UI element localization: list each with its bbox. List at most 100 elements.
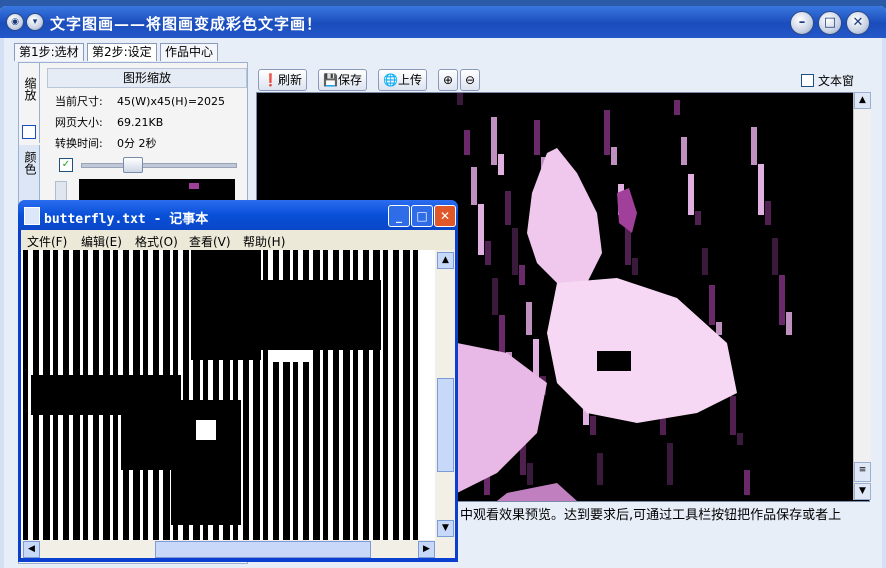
lock-ratio-checkbox[interactable]: ✓: [59, 158, 73, 172]
notepad-text-area[interactable]: [21, 250, 435, 540]
notepad-window: butterfly.txt - 记事本 _ □ ✕ 文件(F) 编辑(E) 格式…: [18, 200, 458, 562]
app-title: 文字图画——将图画变成彩色文字画！: [50, 15, 323, 33]
text-window-label: 文本窗: [818, 74, 855, 88]
notepad-titlebar: butterfly.txt - 记事本 _ □ ✕: [18, 200, 458, 230]
info-time-value: 0分 2秒: [117, 137, 157, 150]
pixel-stripe: [478, 204, 484, 255]
pixel-stripe: [744, 470, 750, 495]
zoom-slider[interactable]: [81, 163, 237, 168]
preview-scrollbar[interactable]: ▲ ≡ ▼: [853, 92, 871, 500]
info-time-label: 转换时间:: [55, 137, 103, 150]
menu-format[interactable]: 格式(O): [135, 233, 178, 250]
minimize-button[interactable]: –: [790, 11, 814, 35]
scroll-up-icon[interactable]: ▲: [854, 92, 871, 109]
ascii-bar: [413, 250, 418, 540]
pixel-stripe: [512, 228, 518, 275]
pixel-stripe: [604, 110, 610, 155]
upload-label: 上传: [397, 73, 422, 87]
pixel-stripe: [590, 416, 596, 435]
notepad-vertical-scrollbar[interactable]: ▲ ▼: [435, 250, 455, 540]
notepad-horizontal-scrollbar[interactable]: ◀ ▶: [21, 540, 455, 558]
np-scroll-right-icon[interactable]: ▶: [418, 541, 435, 558]
tab-step1[interactable]: 第1步:选材: [14, 43, 84, 61]
ascii-bar: [23, 250, 28, 540]
info-page-size-label: 网页大小:: [55, 116, 103, 129]
pixel-stripe: [751, 127, 757, 165]
pixel-stripe: [688, 174, 694, 215]
zoom-out-button[interactable]: ⊖: [460, 69, 480, 91]
vtab-zoom[interactable]: 缩放: [19, 63, 40, 143]
globe-icon: 🌐: [383, 73, 398, 87]
notepad-close-button[interactable]: ✕: [434, 205, 456, 227]
notepad-title: butterfly.txt - 记事本: [44, 212, 209, 227]
zoom-icon: [22, 125, 36, 139]
info-page-size: 网页大小: 69.21KB: [55, 114, 163, 130]
save-label: 保存: [337, 73, 362, 87]
np-hscroll-thumb[interactable]: [155, 541, 371, 558]
ascii-bar: [403, 250, 410, 540]
menu-view[interactable]: 查看(V): [189, 233, 231, 250]
menu-help[interactable]: 帮助(H): [243, 233, 285, 250]
pixel-stripe: [730, 396, 736, 435]
zoom-out-icon: ⊖: [464, 73, 476, 87]
pixel-stripe: [674, 100, 680, 115]
menu-edit[interactable]: 编辑(E): [81, 233, 122, 250]
upload-button[interactable]: 🌐上传: [378, 69, 427, 91]
notepad-maximize-button[interactable]: □: [411, 205, 433, 227]
scroll-down-icon[interactable]: ▼: [854, 483, 871, 500]
pixel-stripe: [695, 211, 701, 225]
pixel-stripe: [526, 302, 532, 335]
np-scroll-thumb[interactable]: [437, 378, 454, 472]
pixel-stripe: [505, 191, 511, 225]
notepad-menubar: 文件(F) 编辑(E) 格式(O) 查看(V) 帮助(H): [21, 230, 455, 250]
tab-gallery[interactable]: 作品中心: [160, 43, 219, 61]
text-window-checkbox[interactable]: [801, 74, 814, 87]
window-menu-icon[interactable]: ◉: [6, 13, 24, 31]
zoom-in-button[interactable]: ⊕: [438, 69, 458, 91]
info-size: 当前尺寸: 45(W)x45(H)=2025: [55, 93, 225, 109]
pixel-stripe: [667, 443, 673, 485]
tab-step2[interactable]: 第2步:设定: [87, 43, 157, 61]
pixel-stripe: [519, 265, 525, 285]
info-size-value: 45(W)x45(H)=2025: [117, 95, 226, 108]
zoom-slider-thumb[interactable]: [123, 157, 143, 173]
pixel-stripe: [709, 285, 715, 325]
notepad-minimize-button[interactable]: _: [388, 205, 410, 227]
vtab-color-label: 颜色: [23, 151, 37, 175]
np-scroll-down-icon[interactable]: ▼: [437, 520, 454, 537]
pixel-stripe: [737, 433, 743, 445]
pixel-stripe: [765, 201, 771, 225]
pixel-stripe: [534, 120, 540, 155]
toolbar: ❗刷新 💾保存 🌐上传 ⊕ ⊖ 文本窗: [256, 66, 882, 92]
pixel-stripe: [485, 241, 491, 265]
chevron-down-icon[interactable]: ▾: [26, 13, 44, 31]
pixel-stripe: [527, 463, 533, 485]
close-button[interactable]: ✕: [846, 11, 870, 35]
pixel-stripe: [464, 130, 470, 155]
refresh-button[interactable]: ❗刷新: [258, 69, 307, 91]
menu-file[interactable]: 文件(F): [27, 233, 67, 250]
pixel-stripe: [632, 258, 638, 275]
pixel-stripe: [491, 117, 497, 165]
pixel-stripe: [779, 275, 785, 325]
np-scroll-up-icon[interactable]: ▲: [437, 252, 454, 269]
info-time: 转换时间: 0分 2秒: [55, 135, 157, 151]
pixel-stripe: [758, 164, 764, 215]
info-page-size-value: 69.21KB: [117, 116, 164, 129]
exclamation-icon: ❗: [263, 73, 278, 87]
app-titlebar: ◉ ▾ 文字图画——将图画变成彩色文字画！ – □ ✕: [0, 6, 886, 38]
pixel-stripe: [681, 137, 687, 165]
pixel-stripe: [772, 238, 778, 275]
maximize-button[interactable]: □: [818, 11, 842, 35]
np-scroll-left-icon[interactable]: ◀: [23, 541, 40, 558]
pixel-stripe: [457, 93, 463, 105]
ascii-bar: [393, 250, 399, 540]
ascii-bar: [383, 250, 388, 540]
save-button[interactable]: 💾保存: [318, 69, 367, 91]
scroll-thumb[interactable]: ≡: [854, 462, 871, 482]
vtab-zoom-label: 缩放: [23, 77, 37, 101]
pixel-stripe: [471, 167, 477, 205]
info-size-label: 当前尺寸:: [55, 95, 103, 108]
hint-text: 中观看效果预览。达到要求后,可通过工具栏按钮把作品保存或者上: [460, 508, 842, 523]
refresh-label: 刷新: [277, 73, 302, 87]
